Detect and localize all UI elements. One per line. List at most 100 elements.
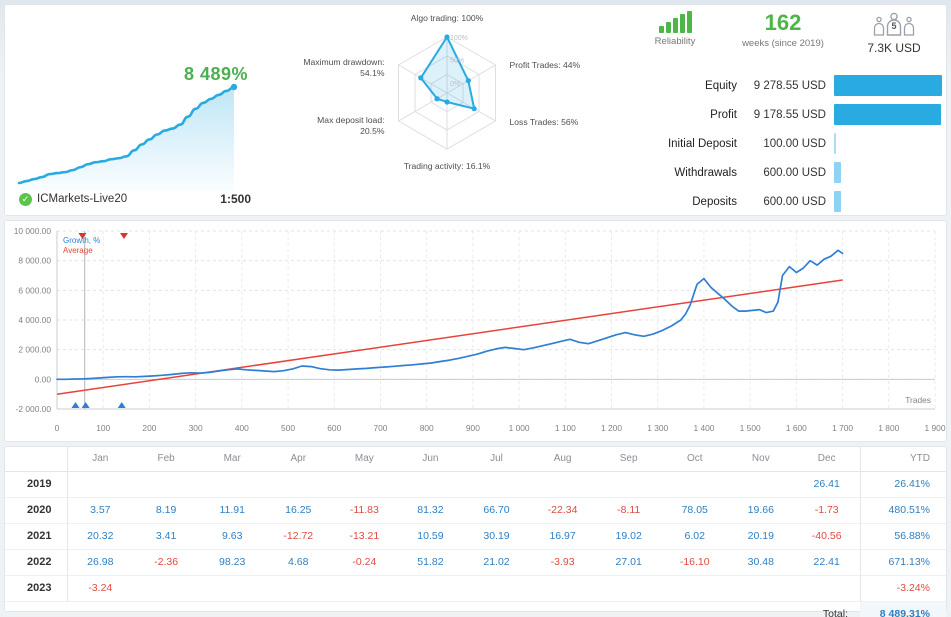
table-cell-month [530, 471, 596, 497]
verified-check-icon: ✓ [19, 192, 32, 206]
table-col-header: Dec [817, 453, 836, 465]
table-cell-year: 2019 [27, 478, 52, 490]
total-spacer [5, 601, 794, 617]
svg-text:Trades: Trades [905, 395, 931, 405]
monthly-returns-card: Jan Feb Mar Apr May Jun Jul Aug Sep Oct Nov Dec YTD … [4, 446, 947, 617]
svg-text:1 700: 1 700 [832, 423, 853, 433]
table-col-header: YTD [859, 447, 946, 471]
weeks-label: weeks (since 2019) [742, 38, 824, 49]
stat-value: 600.00 USD [763, 166, 826, 179]
account-stats-block: Reliability 162 weeks (since 2019) 5 7.3… [632, 9, 942, 214]
stat-bar [834, 191, 842, 212]
table-cell-month: 6.02 [684, 530, 705, 542]
table-cell-month: -2.36 [154, 556, 179, 568]
table-col-header: Apr [290, 453, 307, 465]
table-cell-month [265, 471, 331, 497]
svg-text:400: 400 [235, 423, 249, 433]
svg-text:0.00: 0.00 [35, 374, 52, 384]
table-cell-ytd: 480.51% [859, 497, 946, 523]
table-cell-month: -8.11 [617, 504, 641, 516]
table-cell-month [133, 575, 199, 601]
badges-row: Reliability 162 weeks (since 2019) 5 7.3… [632, 11, 942, 69]
table-cell-month: 81.32 [417, 504, 444, 516]
table-col-header: Jan [66, 447, 134, 471]
table-cell-month: 19.02 [615, 530, 642, 542]
svg-text:20.5%: 20.5% [360, 126, 385, 136]
table-cell-ytd: 26.41% [859, 471, 946, 497]
table-cell-month [596, 575, 662, 601]
table-cell-month: 26.98 [66, 549, 134, 575]
table-cell-month: 22.41 [813, 556, 840, 568]
monthly-returns-table: Jan Feb Mar Apr May Jun Jul Aug Sep Oct Nov Dec YTD … [5, 447, 946, 617]
table-cell-year: 2022 [27, 556, 52, 568]
table-cell-month: 9.63 [221, 530, 243, 542]
reliability-bars-icon [658, 11, 692, 33]
svg-text:Loss Trades: 56%: Loss Trades: 56% [509, 117, 578, 127]
stat-bar [834, 104, 941, 125]
table-cell-month: 3.41 [155, 530, 177, 542]
total-label: Total: [822, 608, 848, 617]
stat-bar-wrap [834, 162, 942, 184]
svg-text:100%: 100% [450, 35, 468, 42]
stat-label: Equity [705, 79, 737, 92]
svg-text:-2 000.00: -2 000.00 [16, 404, 52, 414]
table-cell-month [265, 575, 331, 601]
table-cell-month [662, 575, 728, 601]
table-cell-month: -40.56 [811, 530, 842, 542]
svg-text:1 300: 1 300 [647, 423, 668, 433]
table-col-header: Oct [686, 453, 703, 465]
radar-chart-block: 100% 50% 0% Algo trading: 100% Profit Trade… [275, 11, 620, 211]
table-col-header: Feb [157, 453, 175, 465]
table-cell-month [331, 575, 397, 601]
table-cell-month [794, 575, 860, 601]
table-cell-month: 27.01 [615, 556, 642, 568]
table-row: 2021 20.32 3.41 9.63 -12.72 -13.21 10.59 30.19 1… [5, 523, 946, 549]
svg-text:1 400: 1 400 [693, 423, 714, 433]
stat-bar-wrap [834, 75, 942, 97]
table-cell-month [397, 575, 463, 601]
svg-text:1 600: 1 600 [786, 423, 807, 433]
table-cell-month: -3.24 [66, 575, 134, 601]
stat-value: 600.00 USD [763, 195, 826, 208]
table-col-header: Nov [751, 453, 770, 465]
table-row: 2019 26.41 26.41% [5, 471, 946, 497]
table-body: 2019 26.41 26.41% 2020 3.57 8.19 11.91 16.25 -11… [5, 471, 946, 601]
table-cell-year: 2023 [27, 582, 52, 594]
stat-bar-wrap [834, 191, 942, 213]
signal-dashboard: 8 489% ✓ ICMarkets-Live20 1:500 100% 50%… [0, 0, 951, 617]
growth-chart: -2 000.00 0.00 2 000.00 4 000.00 6 000.00 8 0… [14, 226, 946, 433]
weeks-value: 162 [764, 10, 802, 35]
svg-text:Max deposit load:: Max deposit load: [317, 115, 384, 125]
svg-text:Profit Trades: 44%: Profit Trades: 44% [509, 60, 580, 70]
table-cell-month [662, 471, 728, 497]
reliability-label: Reliability [654, 36, 696, 47]
weeks-badge: 162 weeks (since 2019) [718, 10, 848, 50]
broker-info: ✓ ICMarkets-Live20 [19, 192, 127, 206]
svg-text:Algo trading: 100%: Algo trading: 100% [411, 13, 484, 23]
stat-value: 9 178.55 USD [753, 108, 826, 121]
growth-sparkline-block: 8 489% ✓ ICMarkets-Live20 1:500 [11, 9, 256, 214]
table-cell-month: 30.48 [747, 556, 774, 568]
table-row: 2022 26.98 -2.36 98.23 4.68 -0.24 51.82 21.02 -3… [5, 549, 946, 575]
table-cell-month [596, 471, 662, 497]
stat-value: 100.00 USD [763, 137, 826, 150]
svg-text:2 000.00: 2 000.00 [18, 345, 51, 355]
svg-text:800: 800 [420, 423, 434, 433]
table-cell-month: 8.19 [155, 504, 177, 516]
svg-text:1 900: 1 900 [925, 423, 946, 433]
table-cell-month: 30.19 [483, 530, 510, 542]
table-cell-year: 2020 [27, 504, 52, 516]
table-cell-month: 19.66 [747, 504, 774, 516]
svg-text:0: 0 [55, 423, 60, 433]
table-cell-month [397, 471, 463, 497]
reliability-badge: Reliability [632, 11, 718, 47]
table-col-header: Jun [422, 453, 439, 465]
table-cell-month [728, 471, 794, 497]
leverage-value: 1:500 [220, 192, 251, 206]
svg-text:1 500: 1 500 [740, 423, 761, 433]
table-cell-month [199, 471, 265, 497]
svg-text:5: 5 [891, 21, 896, 31]
table-col-header: Jul [490, 453, 503, 465]
stat-bar [834, 162, 842, 183]
svg-text:900: 900 [466, 423, 480, 433]
